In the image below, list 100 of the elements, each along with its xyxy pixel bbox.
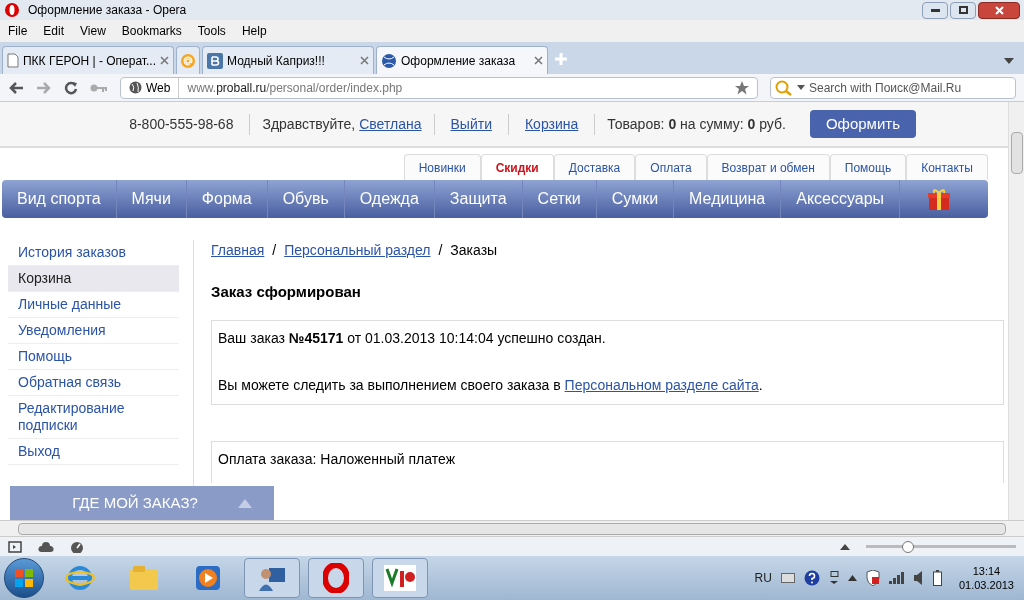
info-tab[interactable]: Новинки bbox=[403, 154, 481, 180]
sidebar-item[interactable]: Выход bbox=[8, 439, 179, 465]
taskbar-button[interactable] bbox=[372, 558, 428, 598]
close-button[interactable] bbox=[978, 1, 1020, 19]
category-link[interactable]: Одежда bbox=[344, 180, 435, 218]
signal-bars-icon[interactable] bbox=[888, 572, 905, 584]
breadcrumb-link[interactable]: Персональный раздел bbox=[284, 240, 431, 261]
reload-icon[interactable] bbox=[64, 80, 78, 95]
category-link[interactable]: Сетки bbox=[522, 180, 597, 218]
category-link[interactable]: Вид спорта bbox=[2, 180, 117, 218]
back-arrow-icon[interactable] bbox=[8, 80, 24, 95]
info-tab[interactable]: Возврат и обмен bbox=[706, 154, 830, 180]
menu-item[interactable]: File bbox=[8, 22, 28, 40]
order-message: Ваш заказ №45171 от 01.03.2013 10:14:04 успешно создан. bbox=[218, 328, 607, 348]
category-link[interactable]: Мячи bbox=[116, 180, 187, 218]
keyboard-icon[interactable] bbox=[780, 573, 795, 583]
menu-item[interactable]: Bookmarks bbox=[121, 22, 182, 40]
menu-item[interactable]: Help bbox=[241, 22, 267, 40]
sidebar-item[interactable]: Личные данные bbox=[8, 292, 179, 318]
vip-logo-icon bbox=[383, 563, 417, 593]
start-button[interactable] bbox=[4, 558, 44, 598]
cart-summary: Товаров: 0 на сумму: 0 руб. bbox=[606, 114, 787, 134]
page-icon bbox=[7, 53, 19, 68]
info-tab[interactable]: Скидки bbox=[480, 154, 554, 180]
category-link[interactable]: Обувь bbox=[267, 180, 345, 218]
caret-icon bbox=[797, 85, 805, 90]
url-text: www.proball.ru/personal/order/index.php bbox=[186, 79, 403, 97]
browser-tab[interactable]: ПКК ГЕРОН | - Операт... bbox=[2, 46, 174, 74]
category-link[interactable]: Форма bbox=[186, 180, 268, 218]
shield-icon[interactable] bbox=[865, 570, 880, 586]
sidebar-item[interactable]: Обратная связь bbox=[8, 370, 179, 396]
close-icon bbox=[994, 5, 1004, 15]
speaker-icon[interactable] bbox=[913, 571, 924, 585]
tab-title: Оформление заказа bbox=[401, 52, 517, 70]
speedometer-icon[interactable] bbox=[70, 540, 84, 553]
zoom-slider-thumb[interactable] bbox=[902, 540, 914, 553]
globe-icon bbox=[129, 81, 142, 94]
page-heading: Заказ сформирован bbox=[211, 282, 362, 302]
caret-icon[interactable] bbox=[1004, 58, 1014, 64]
sidebar-item[interactable]: Уведомления bbox=[8, 318, 179, 344]
windows-stack-icon[interactable] bbox=[828, 571, 839, 585]
category-link[interactable]: Защита bbox=[434, 180, 523, 218]
search-field[interactable]: Search with Поиск@Mail.Ru bbox=[770, 76, 1016, 99]
menu-item[interactable]: Tools bbox=[197, 22, 226, 40]
gift-icon[interactable] bbox=[927, 187, 952, 211]
info-tab[interactable]: Контакты bbox=[906, 154, 988, 180]
user-link[interactable]: Светлана bbox=[359, 113, 435, 135]
info-tab[interactable]: Доставка bbox=[553, 154, 636, 180]
personal-section-link[interactable]: Персональном разделе сайта bbox=[564, 376, 759, 393]
tab-title: ПКК ГЕРОН | - Операт... bbox=[22, 52, 157, 70]
sidebar-item[interactable]: Помощь bbox=[8, 344, 179, 370]
search-input[interactable]: Search with Поиск@Mail.Ru bbox=[809, 78, 1011, 97]
ball-icon bbox=[381, 52, 397, 69]
panel-toggle-icon[interactable] bbox=[8, 540, 22, 553]
breadcrumb-separator: / bbox=[272, 241, 277, 260]
scroll-thumb[interactable] bbox=[1010, 132, 1023, 174]
category-link[interactable]: Медицина bbox=[674, 180, 782, 218]
menu-item[interactable]: View bbox=[80, 22, 106, 40]
browser-tab[interactable]: Оформление заказа bbox=[376, 46, 548, 74]
star-icon[interactable] bbox=[735, 80, 749, 95]
restore-button[interactable] bbox=[950, 1, 976, 19]
category-link[interactable]: Сумки bbox=[596, 180, 675, 218]
vertical-scrollbar[interactable] bbox=[1008, 102, 1024, 520]
sidebar-item[interactable]: Корзина bbox=[8, 266, 179, 292]
battery-icon[interactable] bbox=[932, 570, 942, 586]
zoom-slider[interactable] bbox=[866, 540, 1016, 553]
triangle-up-icon[interactable] bbox=[847, 575, 857, 581]
help-icon[interactable] bbox=[803, 570, 820, 586]
checkout-button[interactable]: Оформить bbox=[809, 110, 916, 138]
close-icon[interactable] bbox=[534, 56, 543, 65]
info-tab[interactable]: Помощь bbox=[829, 154, 907, 180]
taskbar-button[interactable] bbox=[308, 558, 364, 598]
triangle-up-icon bbox=[237, 498, 252, 508]
menu-item[interactable]: Edit bbox=[43, 22, 65, 40]
tab-title: Модный Каприз!!! bbox=[227, 52, 326, 70]
clock-time: 13:14 bbox=[972, 564, 1001, 578]
breadcrumb-link[interactable]: Главная bbox=[211, 240, 265, 261]
address-field[interactable]: Web www.proball.ru/personal/order/index.php bbox=[120, 76, 758, 99]
web-badge: Web bbox=[121, 77, 180, 98]
clock-date: 01.03.2013 bbox=[958, 578, 1014, 592]
clock[interactable]: 13:14 01.03.2013 bbox=[958, 564, 1014, 592]
category-link[interactable]: Аксессуары bbox=[781, 180, 901, 218]
taskbar-button[interactable] bbox=[244, 558, 300, 598]
triangle-up-icon[interactable] bbox=[840, 543, 850, 550]
cloud-icon[interactable] bbox=[38, 541, 54, 552]
horizontal-scrollbar[interactable] bbox=[0, 520, 1024, 536]
search-icon bbox=[775, 79, 793, 96]
cart-link[interactable]: Корзина bbox=[508, 113, 596, 135]
browser-tab[interactable]: Модный Каприз!!! bbox=[202, 46, 374, 74]
close-icon[interactable] bbox=[360, 56, 369, 65]
info-tab[interactable]: Оплата bbox=[635, 154, 707, 180]
language-indicator[interactable]: RU bbox=[754, 569, 772, 587]
close-icon[interactable] bbox=[160, 56, 169, 65]
minimize-button[interactable] bbox=[922, 1, 948, 19]
logout-link[interactable]: Выйти bbox=[434, 113, 509, 135]
scroll-thumb[interactable] bbox=[18, 522, 1006, 535]
windows-logo-icon bbox=[14, 568, 34, 588]
tracking-message: Вы можете следить за выполнением своего заказа в Персональном разделе сайта. bbox=[218, 375, 764, 395]
browser-e-icon bbox=[65, 563, 95, 593]
sidebar-item[interactable]: Редактирование подписки bbox=[8, 396, 179, 439]
